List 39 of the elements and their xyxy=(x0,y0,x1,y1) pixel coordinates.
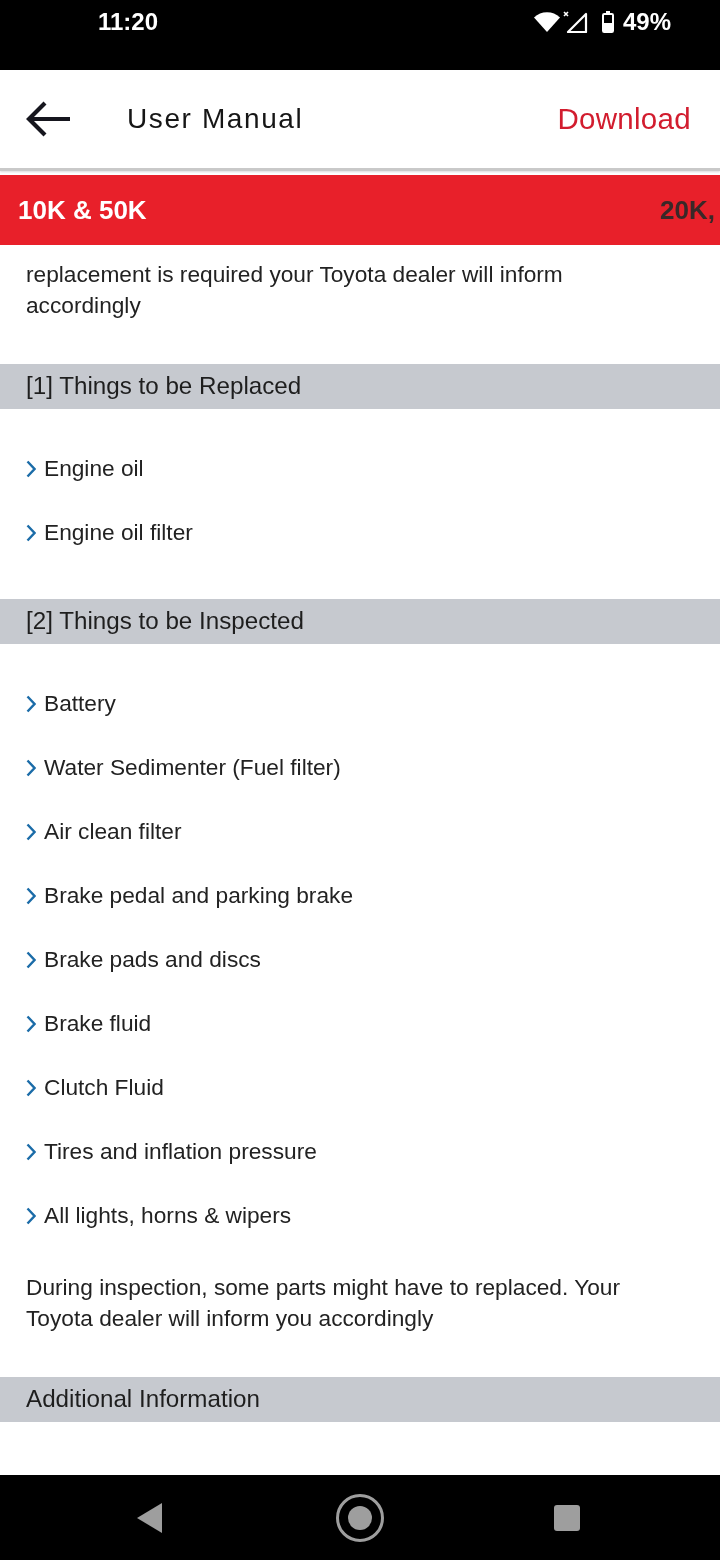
section-header: [2] Things to be Inspected xyxy=(0,598,720,644)
chevron-icon xyxy=(26,822,36,841)
body-text: During inspection, some parts might have to replaced. Your Toyota dealer will inform you accordingly xyxy=(25,1272,621,1333)
chevron-icon xyxy=(26,1014,36,1033)
back-icon[interactable] xyxy=(137,1502,163,1533)
checklist-item[interactable]: Brake pads and discs xyxy=(26,946,261,973)
chevron-icon xyxy=(26,694,36,713)
section-header: Additional Information xyxy=(0,1376,720,1422)
chevron-icon xyxy=(26,758,36,777)
checklist-item[interactable]: Clutch Fluid xyxy=(26,1074,164,1101)
status-time: 11:20 xyxy=(98,8,159,36)
checklist-item[interactable]: Battery xyxy=(26,690,116,717)
chevron-icon xyxy=(26,523,36,542)
page-title: User Manual xyxy=(127,103,304,135)
chevron-icon xyxy=(26,886,36,905)
checklist-item[interactable]: Tires and inflation pressure xyxy=(26,1138,317,1165)
checklist-item[interactable]: Brake pedal and parking brake xyxy=(26,882,353,909)
checklist-item[interactable]: Brake fluid xyxy=(26,1010,152,1037)
wifi-icon xyxy=(533,12,560,32)
tab[interactable]: 10K & 50K xyxy=(18,194,147,226)
section-header: [1] Things to be Replaced xyxy=(0,363,720,409)
chevron-icon xyxy=(26,1078,36,1097)
checklist-item[interactable]: Water Sedimenter (Fuel filter) xyxy=(26,754,341,781)
checklist-item[interactable]: Engine oil xyxy=(26,455,144,482)
battery-icon xyxy=(601,11,614,33)
checklist-item[interactable]: Engine oil filter xyxy=(26,519,193,546)
home-icon[interactable] xyxy=(335,1492,385,1543)
back-arrow-icon[interactable] xyxy=(26,101,72,137)
chevron-icon xyxy=(26,1142,36,1161)
body-text: replacement is required your Toyota dealer will inform accordingly xyxy=(25,259,564,320)
checklist-item[interactable]: Air clean filter xyxy=(26,818,182,845)
download-link[interactable]: Download xyxy=(557,102,691,136)
checklist-item[interactable]: All lights, horns & wipers xyxy=(26,1202,292,1229)
signal-icon xyxy=(561,11,588,33)
chevron-icon xyxy=(26,459,36,478)
chevron-icon xyxy=(26,950,36,969)
recents-icon[interactable] xyxy=(554,1504,580,1531)
chevron-icon xyxy=(26,1206,36,1225)
battery-percent: 49% xyxy=(622,8,671,36)
